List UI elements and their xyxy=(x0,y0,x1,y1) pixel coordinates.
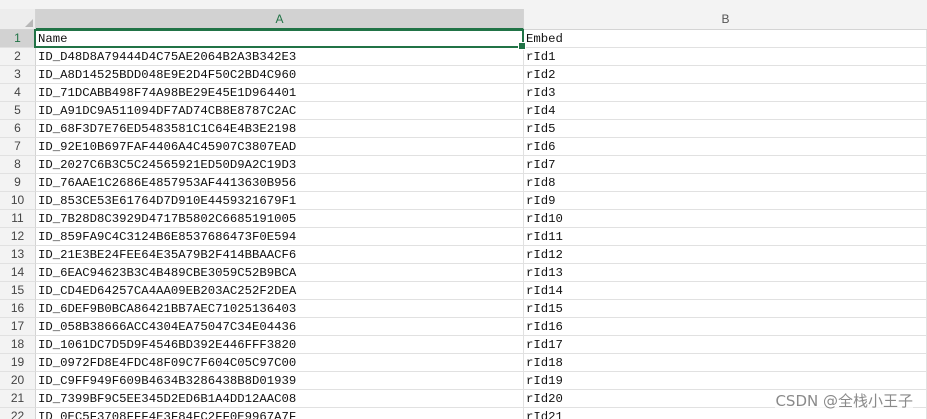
row-header[interactable]: 9 xyxy=(0,174,36,192)
cell-embed[interactable]: rId15 xyxy=(524,300,927,318)
row-header[interactable]: 5 xyxy=(0,102,36,120)
row-header[interactable]: 17 xyxy=(0,318,36,336)
cell-name[interactable]: ID_7399BF9C5EE345D2ED6B1A4DD12AAC08 xyxy=(36,390,524,408)
grid-rows: 1 Name Embed 2 ID_D48D8A79444D4C75AE2064B2A3… xyxy=(0,30,927,419)
cell-embed[interactable]: rId2 xyxy=(524,66,927,84)
row-header[interactable]: 1 xyxy=(0,30,36,48)
row-header[interactable]: 13 xyxy=(0,246,36,264)
row-header[interactable]: 7 xyxy=(0,138,36,156)
table-row: 19 ID_0972FD8E4FDC48F09C7F604C05C97C00 rId… xyxy=(0,354,927,372)
row-header[interactable]: 6 xyxy=(0,120,36,138)
table-row: 2 ID_D48D8A79444D4C75AE2064B2A3B342E3 rId1 xyxy=(0,48,927,66)
table-row: 18 ID_1061DC7D5D9F4546BD392E446FFF3820 rId… xyxy=(0,336,927,354)
table-row: 13 ID_21E3BE24FEE64E35A79B2F414BBAACF6 rId… xyxy=(0,246,927,264)
cell-embed[interactable]: rId12 xyxy=(524,246,927,264)
table-row: 17 ID_058B38666ACC4304EA75047C34E04436 rId… xyxy=(0,318,927,336)
cell-embed[interactable]: rId18 xyxy=(524,354,927,372)
cell-name[interactable]: ID_859FA9C4C3124B6E8537686473F0E594 xyxy=(36,228,524,246)
table-row: 6 ID_68F3D7E76ED5483581C1C64E4B3E2198 rId5 xyxy=(0,120,927,138)
cell-embed[interactable]: rId3 xyxy=(524,84,927,102)
row-header[interactable]: 8 xyxy=(0,156,36,174)
cell-embed[interactable]: rId5 xyxy=(524,120,927,138)
table-row: 1 Name Embed xyxy=(0,30,927,48)
table-row: 7 ID_92E10B697FAF4406A4C45907C3807EAD rId6 xyxy=(0,138,927,156)
table-row: 9 ID_76AAE1C2686E4857953AF4413630B956 rId8 xyxy=(0,174,927,192)
cell-embed[interactable]: rId8 xyxy=(524,174,927,192)
cell-name[interactable]: ID_853CE53E61764D7D910E4459321679F1 xyxy=(36,192,524,210)
cell-name[interactable]: ID_68F3D7E76ED5483581C1C64E4B3E2198 xyxy=(36,120,524,138)
cell-embed[interactable]: rId6 xyxy=(524,138,927,156)
column-header-a[interactable]: A xyxy=(36,9,524,30)
row-header[interactable]: 20 xyxy=(0,372,36,390)
row-header[interactable]: 21 xyxy=(0,390,36,408)
cell-name[interactable]: ID_2027C6B3C5C24565921ED50D9A2C19D3 xyxy=(36,156,524,174)
row-header[interactable]: 22 xyxy=(0,408,36,419)
cell-name[interactable]: ID_92E10B697FAF4406A4C45907C3807EAD xyxy=(36,138,524,156)
cell-name[interactable]: ID_1061DC7D5D9F4546BD392E446FFF3820 xyxy=(36,336,524,354)
select-all-icon xyxy=(25,19,33,27)
row-header[interactable]: 19 xyxy=(0,354,36,372)
cell-embed[interactable]: rId7 xyxy=(524,156,927,174)
cell-name[interactable]: ID_0EC5F3708FFF4E3F84FC2FF0E9967A7F xyxy=(36,408,524,419)
row-header[interactable]: 16 xyxy=(0,300,36,318)
cell-name[interactable]: ID_A8D14525BDD048E9E2D4F50C2BD4C960 xyxy=(36,66,524,84)
cell-embed[interactable]: rId19 xyxy=(524,372,927,390)
table-row: 16 ID_6DEF9B0BCA86421BB7AEC7102513640​3 rI… xyxy=(0,300,927,318)
spreadsheet: A B 1 Name Embed 2 ID_D48D8A79444D4C75AE2064… xyxy=(0,0,927,419)
row-header[interactable]: 15 xyxy=(0,282,36,300)
cell-embed[interactable]: rId11 xyxy=(524,228,927,246)
cell-name[interactable]: ID_7B28D8C3929D4717B5802C6685191005 xyxy=(36,210,524,228)
cell-embed[interactable]: rId17 xyxy=(524,336,927,354)
cell-name[interactable]: ID_6DEF9B0BCA86421BB7AEC7102513640​3 xyxy=(36,300,524,318)
table-row: 20 ID_C9FF949F609B4634B3286438B8D01939 rId… xyxy=(0,372,927,390)
cell-embed[interactable]: Embed xyxy=(524,30,927,48)
row-header[interactable]: 10 xyxy=(0,192,36,210)
cell-embed[interactable]: rId4 xyxy=(524,102,927,120)
cell-embed[interactable]: rId1 xyxy=(524,48,927,66)
cell-name[interactable]: ID_D48D8A79444D4C75AE2064B2A3B342E3 xyxy=(36,48,524,66)
column-header-b[interactable]: B xyxy=(524,9,927,30)
table-row: 10 ID_853CE53E61764D7D910E4459321679F1 rId… xyxy=(0,192,927,210)
table-row: 11 ID_7B28D8C3929D4717B5802C6685191005 rId… xyxy=(0,210,927,228)
watermark: CSDN @全栈小王子 xyxy=(775,390,913,411)
cell-name[interactable]: ID_21E3BE24FEE64E35A79B2F414BBAACF6 xyxy=(36,246,524,264)
row-header[interactable]: 3 xyxy=(0,66,36,84)
cell-embed[interactable]: rId13 xyxy=(524,264,927,282)
cell-embed[interactable]: rId16 xyxy=(524,318,927,336)
cell-embed[interactable]: rId9 xyxy=(524,192,927,210)
cell-embed[interactable]: rId10 xyxy=(524,210,927,228)
row-header[interactable]: 18 xyxy=(0,336,36,354)
cell-name[interactable]: ID_A91DC9A511094DF7AD74CB8E8787C2AC xyxy=(36,102,524,120)
column-header-row: A B xyxy=(0,9,927,30)
row-header[interactable]: 4 xyxy=(0,84,36,102)
table-row: 4 ID_71DCABB498F74A98BE29E45E1D964401 rId3 xyxy=(0,84,927,102)
select-all-corner[interactable] xyxy=(0,9,36,30)
cell-name[interactable]: ID_6EAC94623B3C4B489CBE3059C52B9BCA xyxy=(36,264,524,282)
cell-name[interactable]: ID_0972FD8E4FDC48F09C7F604C05C97C00 xyxy=(36,354,524,372)
row-header[interactable]: 12 xyxy=(0,228,36,246)
cell-name[interactable]: ID_71DCABB498F74A98BE29E45E1D964401 xyxy=(36,84,524,102)
cell-name[interactable]: ID_058B38666ACC4304EA75047C34E04436 xyxy=(36,318,524,336)
table-row: 14 ID_6EAC94623B3C4B489CBE3059C52B9BCA rId… xyxy=(0,264,927,282)
cell-name[interactable]: ID_CD4ED64257CA4AA09EB203AC252F2DEA xyxy=(36,282,524,300)
cell-name[interactable]: ID_76AAE1C2686E4857953AF4413630B956 xyxy=(36,174,524,192)
row-header[interactable]: 2 xyxy=(0,48,36,66)
row-header[interactable]: 14 xyxy=(0,264,36,282)
table-row: 5 ID_A91DC9A511094DF7AD74CB8E8787C2AC rId4 xyxy=(0,102,927,120)
cell-embed[interactable]: rId14 xyxy=(524,282,927,300)
cell-name[interactable]: Name xyxy=(36,30,524,48)
table-row: 15 ID_CD4ED64257CA4AA09EB203AC252F2DEA rId… xyxy=(0,282,927,300)
row-header[interactable]: 11 xyxy=(0,210,36,228)
table-row: 3 ID_A8D14525BDD048E9E2D4F50C2BD4C960 rId2 xyxy=(0,66,927,84)
cell-name[interactable]: ID_C9FF949F609B4634B3286438B8D01939 xyxy=(36,372,524,390)
table-row: 12 ID_859FA9C4C3124B6E8537686473F0E594 rId… xyxy=(0,228,927,246)
table-row: 8 ID_2027C6B3C5C24565921ED50D9A2C19D3 rId7 xyxy=(0,156,927,174)
